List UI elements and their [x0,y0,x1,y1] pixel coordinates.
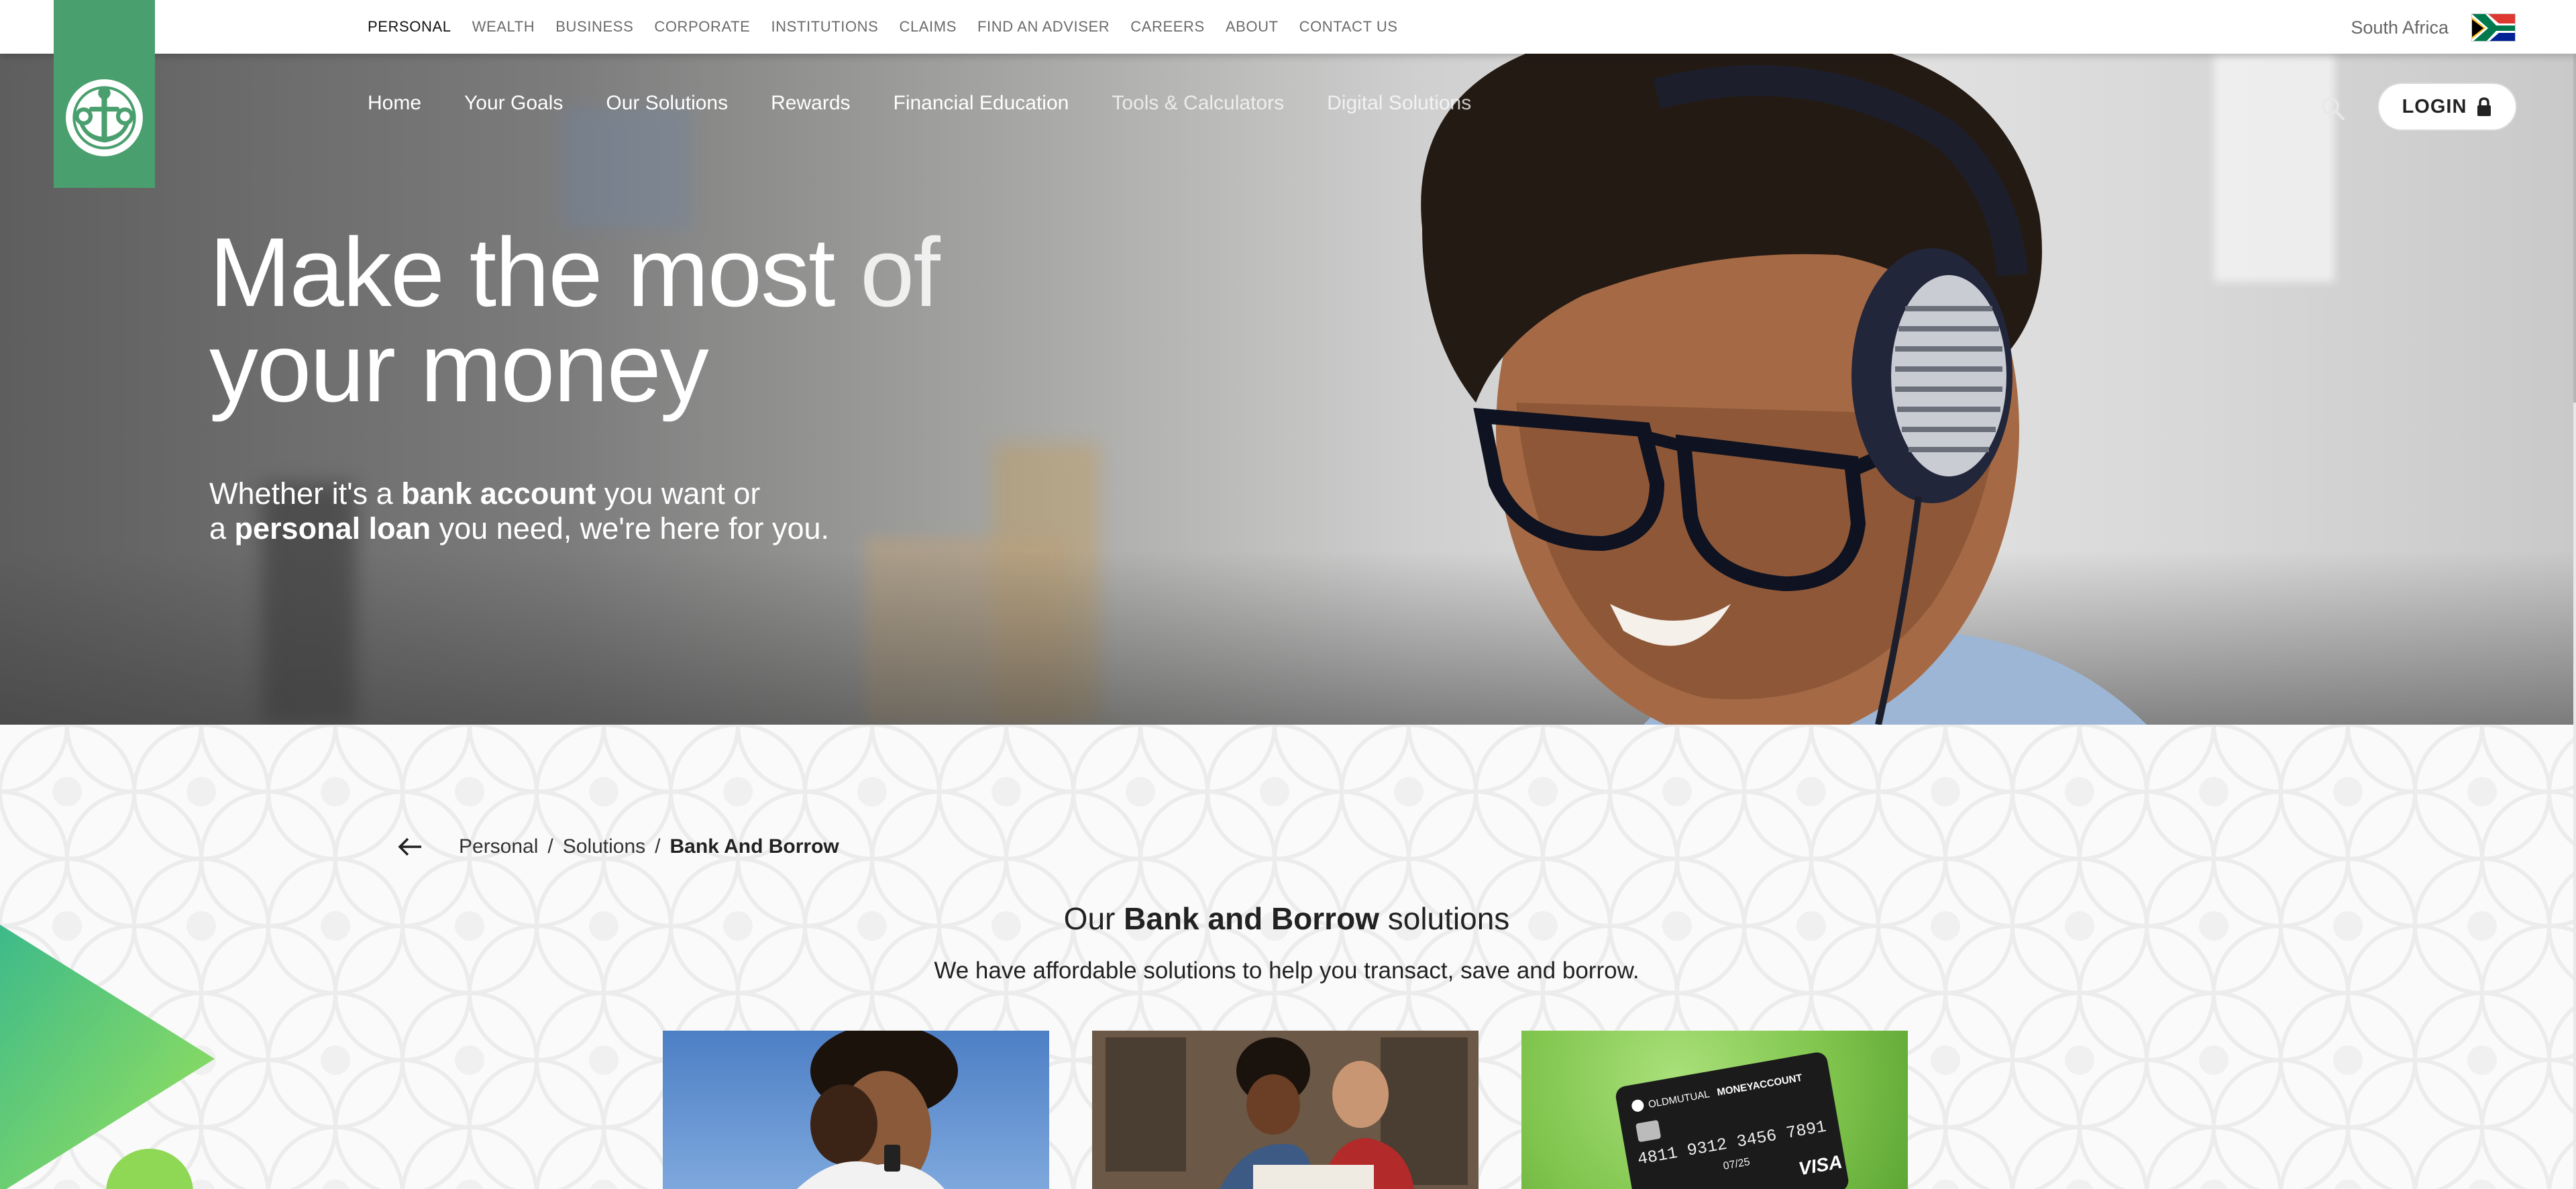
breadcrumb-personal[interactable]: Personal [459,835,538,858]
nav-home[interactable]: Home [368,92,421,115]
brand-logo[interactable] [54,0,155,188]
main-nav: Home Your Goals Our Solutions Rewards Fi… [368,92,1471,115]
segment-corporate[interactable]: CORPORATE [654,18,750,36]
region-selector[interactable]: South Africa [2351,17,2449,38]
breadcrumb-solutions[interactable]: Solutions [563,835,645,858]
login-button[interactable]: LOGIN [2377,83,2517,131]
nav-digital-solutions[interactable]: Digital Solutions [1327,92,1471,115]
segment-contact-us[interactable]: CONTACT US [1299,18,1398,36]
anchor-logo-icon [66,79,143,156]
solution-card-image[interactable] [1092,1031,1479,1189]
breadcrumb-separator: / [547,835,553,858]
nav-tools-calculators[interactable]: Tools & Calculators [1112,92,1284,115]
section-title: Our Bank and Borrow solutions [1063,901,1510,936]
scrollbar-thumb[interactable] [2573,54,2576,403]
nav-your-goals[interactable]: Your Goals [464,92,563,115]
segment-about[interactable]: ABOUT [1226,18,1279,36]
south-africa-flag-icon[interactable] [2471,13,2516,42]
segment-wealth[interactable]: WEALTH [472,18,535,36]
segment-business[interactable]: BUSINESS [555,18,633,36]
utility-bar: PERSONAL WEALTH BUSINESS CORPORATE INSTI… [0,0,2576,54]
lock-icon [2477,97,2491,116]
personal-loan-link: personal loan [234,511,431,546]
segment-institutions[interactable]: INSTITUTIONS [771,18,878,36]
hero-subtitle: Whether it's a bank account you want or … [209,476,830,546]
solution-card-image[interactable] [663,1031,1049,1189]
section-description: We have affordable solutions to help you… [934,958,1640,984]
solution-card-image[interactable]: OLDMUTUAL MONEYACCOUNT 4811 9312 3456 78… [1521,1031,1908,1189]
search-icon[interactable] [2320,95,2347,125]
segment-claims[interactable]: CLAIMS [899,18,957,36]
decorative-triangle [0,925,215,1189]
bank-account-link: bank account [401,476,596,511]
segment-nav: PERSONAL WEALTH BUSINESS CORPORATE INSTI… [368,0,1398,54]
segment-find-adviser[interactable]: FIND AN ADVISER [977,18,1110,36]
nav-our-solutions[interactable]: Our Solutions [606,92,728,115]
breadcrumb-separator: / [655,835,661,858]
page-scrollbar[interactable] [2573,0,2576,1189]
nav-rewards[interactable]: Rewards [771,92,850,115]
nav-financial-education[interactable]: Financial Education [894,92,1069,115]
breadcrumb: Personal / Solutions / Bank And Borrow [397,835,839,858]
hero-title: Make the most of your money [209,217,941,422]
hero-banner: Make the most of your money Whether it's… [0,54,2573,725]
segment-careers[interactable]: CAREERS [1130,18,1205,36]
segment-personal[interactable]: PERSONAL [368,18,451,36]
back-arrow-icon[interactable] [397,837,423,857]
breadcrumb-current: Bank And Borrow [669,835,839,858]
